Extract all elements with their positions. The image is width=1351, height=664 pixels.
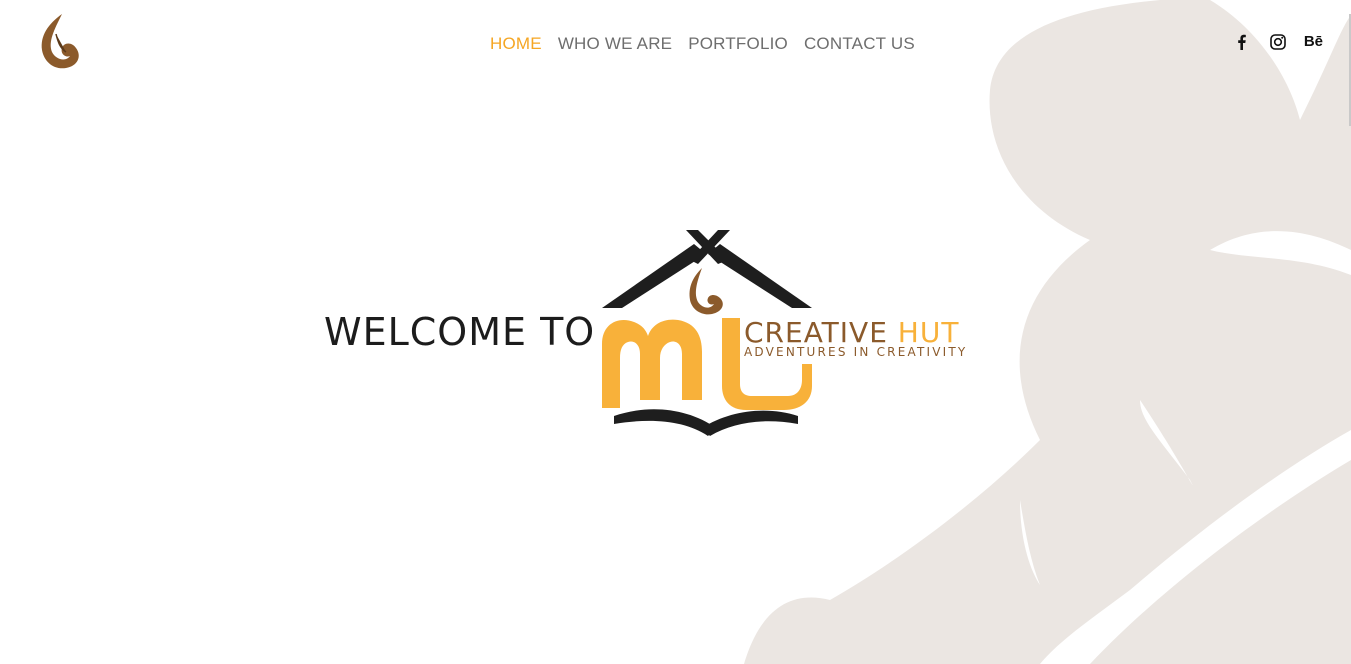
main-navigation: HOME WHO WE ARE PORTFOLIO CONTACT US bbox=[482, 28, 923, 60]
instagram-icon[interactable] bbox=[1268, 32, 1288, 52]
feather-logo-icon[interactable] bbox=[36, 12, 84, 72]
nav-home[interactable]: HOME bbox=[482, 28, 550, 60]
nav-who-we-are[interactable]: WHO WE ARE bbox=[550, 28, 680, 60]
hero-section: WELCOME TO CREATIVE HUT ADVENTURES IN CR… bbox=[0, 0, 1351, 664]
behance-icon[interactable]: Bē bbox=[1304, 32, 1323, 52]
site-header: HOME WHO WE ARE PORTFOLIO CONTACT US Bē bbox=[0, 0, 1351, 88]
social-links: Bē bbox=[1232, 32, 1323, 52]
logo-tagline: ADVENTURES IN CREATIVITY bbox=[744, 345, 967, 359]
nav-portfolio[interactable]: PORTFOLIO bbox=[680, 28, 796, 60]
facebook-icon[interactable] bbox=[1232, 32, 1252, 52]
welcome-heading: WELCOME TO bbox=[324, 310, 596, 354]
creative-hut-logo: CREATIVE HUT ADVENTURES IN CREATIVITY bbox=[602, 230, 967, 436]
nav-contact-us[interactable]: CONTACT US bbox=[796, 28, 923, 60]
